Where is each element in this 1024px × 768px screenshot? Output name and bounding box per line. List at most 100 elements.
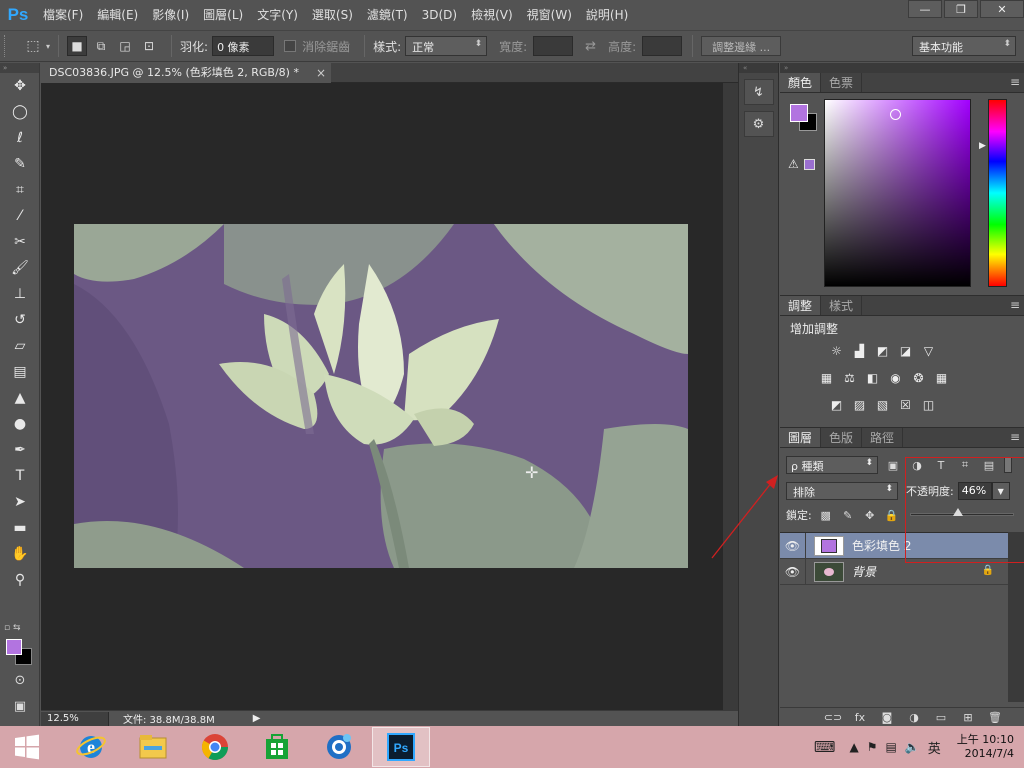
color-lookup-icon[interactable]: ▦ [931, 368, 952, 387]
menu-image[interactable]: 影像(I) [145, 0, 196, 30]
restore-button[interactable]: ❐ [944, 0, 978, 18]
eyedropper-icon[interactable]: ⁄ [0, 203, 40, 229]
menu-filter[interactable]: 濾鏡(T) [360, 0, 415, 30]
hand-icon[interactable]: ✋ [0, 541, 40, 567]
vibrance-icon[interactable]: ▽ [918, 341, 939, 360]
link-layers-icon[interactable]: ⊂⊃ [824, 710, 842, 726]
start-button[interactable] [0, 726, 54, 768]
preset-dropdown-icon[interactable]: ▾ [46, 42, 50, 51]
volume-icon[interactable]: 🔈 [905, 740, 920, 754]
color-panel-foreground-swatch[interactable] [790, 104, 808, 122]
hue-saturation-icon[interactable]: ▦ [816, 368, 837, 387]
visibility-eye-icon[interactable]: 👁 [780, 558, 806, 585]
lock-all-icon[interactable]: 🔒 [884, 507, 900, 523]
network-icon[interactable]: ▤ [885, 740, 896, 754]
color-panel-menu-icon[interactable]: ≡ [1010, 75, 1020, 89]
layer-name[interactable]: 背景 [852, 563, 876, 580]
gradient-map-icon[interactable]: ☒ [895, 395, 916, 414]
pen-icon[interactable]: ✒ [0, 437, 40, 463]
file-explorer-taskbar-button[interactable] [124, 727, 182, 767]
gradient-icon[interactable]: ▤ [0, 359, 40, 385]
hue-slider-arrow-icon[interactable]: ▶ [979, 141, 986, 151]
threshold-icon[interactable]: ▧ [872, 395, 893, 414]
tab-color[interactable]: 顏色 [780, 73, 822, 92]
blend-mode-select[interactable]: 排除 [786, 482, 898, 500]
add-mask-icon[interactable]: ◙ [878, 710, 896, 726]
store-taskbar-button[interactable] [248, 727, 306, 767]
tab-layers[interactable]: 圖層 [780, 428, 822, 447]
screen-mode-icon[interactable]: ▣ [10, 699, 30, 717]
clone-stamp-icon[interactable]: ⊥ [0, 281, 40, 307]
document-tab-close-icon[interactable]: × [316, 63, 326, 83]
history-panel-icon[interactable]: ↯ [743, 79, 774, 105]
internet-explorer-taskbar-button[interactable]: e [62, 727, 120, 767]
dock-header[interactable]: « [739, 63, 778, 73]
tools-panel-header[interactable]: » [0, 63, 39, 73]
menu-view[interactable]: 檢視(V) [464, 0, 520, 30]
lock-position-icon[interactable]: ✥ [862, 507, 878, 523]
chrome-taskbar-button[interactable] [186, 727, 244, 767]
lock-transparent-pixels-icon[interactable]: ▩ [818, 507, 834, 523]
close-button[interactable]: ✕ [980, 0, 1024, 18]
exposure-icon[interactable]: ◪ [895, 341, 916, 360]
quick-mask-icon[interactable]: ⊙ [10, 673, 30, 691]
width-input[interactable] [533, 36, 574, 56]
zoom-icon[interactable]: ⚲ [0, 567, 40, 593]
menu-3d[interactable]: 3D(D) [415, 0, 464, 30]
gamut-color-chip[interactable] [804, 159, 815, 170]
touch-keyboard-icon[interactable]: ⌨ [814, 738, 836, 756]
action-center-icon[interactable]: ⚑ [867, 740, 878, 754]
menu-file[interactable]: 檔案(F) [36, 0, 90, 30]
feather-input[interactable]: 0 像素 [212, 36, 275, 56]
delete-layer-icon[interactable]: 🗑 [986, 710, 1004, 726]
tab-channels[interactable]: 色版 [821, 428, 863, 447]
style-select[interactable]: 正常 [405, 36, 488, 56]
layers-panel-menu-icon[interactable]: ≡ [1010, 430, 1020, 444]
history-brush-icon[interactable]: ↺ [0, 307, 40, 333]
brightness-contrast-icon[interactable]: ☼ [826, 341, 847, 360]
properties-panel-icon[interactable]: ⚙ [743, 111, 774, 137]
show-hidden-icons-icon[interactable]: ▲ [849, 740, 858, 754]
brush-icon[interactable]: 🖌 [0, 255, 40, 281]
menu-edit[interactable]: 編輯(E) [90, 0, 145, 30]
canvas-vertical-scrollbar[interactable] [723, 83, 738, 710]
background-layer-thumbnail[interactable] [814, 561, 844, 582]
tab-adjustments[interactable]: 調整 [780, 296, 822, 315]
menu-help[interactable]: 說明(H) [579, 0, 635, 30]
eraser-icon[interactable]: ▱ [0, 333, 40, 359]
color-picker-cursor[interactable] [890, 109, 901, 120]
subtract-selection-icon[interactable]: ◲ [115, 36, 135, 56]
adjustments-panel-menu-icon[interactable]: ≡ [1010, 298, 1020, 312]
gamut-warning-icon[interactable]: ⚠ [788, 157, 799, 171]
refine-edge-button[interactable]: 調整邊緣 ... [701, 36, 782, 56]
layer-thumbnail[interactable] [814, 535, 844, 556]
tab-paths[interactable]: 路徑 [862, 428, 904, 447]
menu-select[interactable]: 選取(S) [305, 0, 360, 30]
canvas-area[interactable]: ✛ [41, 83, 723, 710]
rectangle-icon[interactable]: ▬ [0, 515, 40, 541]
filter-pixel-icon[interactable]: ▣ [884, 456, 902, 474]
antialias-checkbox[interactable] [284, 40, 297, 52]
panels-header[interactable]: » [780, 63, 1024, 73]
color-balance-icon[interactable]: ⚖ [839, 368, 860, 387]
levels-icon[interactable]: ▟ [849, 341, 870, 360]
selective-color-icon[interactable]: ◫ [918, 395, 939, 414]
menu-window[interactable]: 視窗(W) [520, 0, 579, 30]
saturation-brightness-field[interactable] [824, 99, 971, 287]
type-icon[interactable]: T [0, 463, 40, 489]
zoom-level-field[interactable]: 12.5% [41, 711, 109, 726]
dodge-icon[interactable]: ● [0, 411, 40, 437]
invert-icon[interactable]: ◩ [826, 395, 847, 414]
visibility-eye-icon[interactable]: 👁 [780, 532, 806, 559]
default-colors-icon[interactable]: ▫ ⇆ [4, 623, 21, 633]
photo-filter-icon[interactable]: ◉ [885, 368, 906, 387]
photoshop-taskbar-button[interactable]: Ps [372, 727, 430, 767]
new-selection-icon[interactable]: ■ [67, 36, 88, 56]
rect-marquee-preset-icon[interactable]: ⬚ [22, 35, 44, 57]
lasso-icon[interactable]: ℓ [0, 125, 40, 151]
black-white-icon[interactable]: ◧ [862, 368, 883, 387]
path-selection-icon[interactable]: ➤ [0, 489, 40, 515]
ime-indicator[interactable]: 英 [928, 738, 941, 757]
marquee-ellipse-icon[interactable]: ◯ [0, 99, 40, 125]
options-grip[interactable] [4, 35, 12, 57]
